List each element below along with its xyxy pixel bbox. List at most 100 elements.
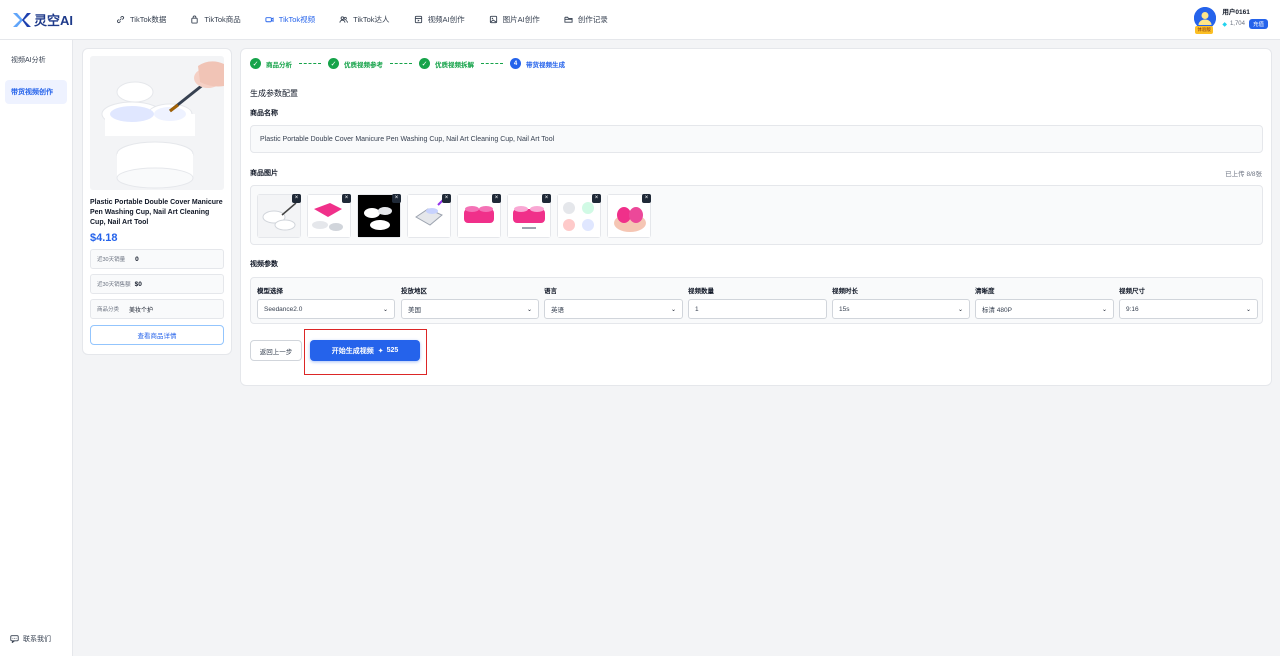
view-product-details-button[interactable]: 查看商品详情: [90, 325, 224, 345]
sidebar-item-video-creation[interactable]: 带货视频创作: [5, 80, 67, 104]
param-resolution: 清晰度 标清 480P ⌄: [975, 285, 1114, 319]
stat-row-sales: 近30天销量 0: [90, 249, 224, 269]
contact-us-link[interactable]: 联系我们: [10, 634, 51, 644]
chevron-down-icon: ⌄: [957, 306, 963, 313]
sidebar-item-video-analysis[interactable]: 视频AI分析: [5, 48, 67, 72]
stat-label: 近30天销量: [97, 257, 126, 263]
remove-image-icon[interactable]: ×: [442, 194, 451, 203]
chevron-down-icon: ⌄: [1101, 306, 1107, 313]
video-params: 模型选择 Seedance2.0 ⌄ 投放地区 美国 ⌄ 语言 英语 ⌄ 视频数量 1…: [250, 277, 1263, 324]
remove-image-icon[interactable]: ×: [342, 194, 351, 203]
product-image[interactable]: [90, 56, 224, 190]
nav-item-label: 图片AI创作: [502, 15, 540, 24]
remove-image-icon[interactable]: ×: [492, 194, 501, 203]
param-label: 视频数量: [688, 288, 714, 295]
chevron-down-icon: ⌄: [382, 306, 388, 313]
generate-video-button[interactable]: 开始生成视频 ✦ 525: [310, 340, 420, 361]
contact-us-label: 联系我们: [23, 636, 51, 643]
product-name-field[interactable]: Plastic Portable Double Cover Manicure P…: [250, 125, 1263, 153]
nav-item-tiktok-products[interactable]: TikTok商品: [178, 0, 252, 40]
link-icon: [116, 15, 125, 24]
image-icon: [489, 15, 497, 24]
stat-row-revenue: 近30天销售额 $0: [90, 274, 224, 294]
folder-icon: [564, 16, 573, 23]
product-thumbnail[interactable]: ×: [257, 194, 301, 238]
step-connector: [299, 63, 321, 64]
step-label: 商品分析: [266, 61, 292, 69]
model-select[interactable]: Seedance2.0 ⌄: [257, 299, 395, 319]
chat-icon: [10, 635, 19, 643]
generate-label: 开始生成视频: [331, 347, 374, 355]
product-thumbnail[interactable]: ×: [557, 194, 601, 238]
nav-item-tiktok-data[interactable]: TikTok数据: [104, 0, 178, 40]
step-video-generation: 4 带货视频生成: [510, 58, 565, 69]
product-name-label: 商品名称: [250, 110, 278, 117]
stat-value: 0: [135, 255, 139, 263]
step-connector: [481, 63, 503, 64]
remove-image-icon[interactable]: ×: [292, 194, 301, 203]
recharge-button[interactable]: 充值: [1248, 19, 1268, 29]
resolution-select[interactable]: 标清 480P ⌄: [975, 299, 1114, 319]
user-meta: 用户0161 ◆ 1,704 充值: [1222, 6, 1268, 29]
shopping-bag-icon: [191, 15, 199, 24]
video-icon: [265, 17, 274, 23]
product-thumbnail[interactable]: ×: [607, 194, 651, 238]
param-model: 模型选择 Seedance2.0 ⌄: [257, 285, 395, 319]
check-icon: ✓: [250, 58, 261, 69]
nav-item-label: TikTok视频: [278, 15, 316, 24]
video-count-input[interactable]: 1: [688, 299, 827, 319]
step-video-breakdown: ✓ 优质视频拆解: [419, 58, 474, 69]
nav-item-tiktok-creators[interactable]: TikTok达人: [327, 0, 401, 40]
duration-select[interactable]: 15s ⌄: [832, 299, 970, 319]
nav-item-image-ai[interactable]: 图片AI创作: [477, 0, 552, 40]
product-images-label: 商品图片: [250, 170, 278, 177]
nav-item-label: TikTok商品: [204, 15, 241, 24]
sparkle-icon: ✦: [377, 347, 384, 355]
product-thumbnail[interactable]: ×: [307, 194, 351, 238]
param-language: 语言 英语 ⌄: [544, 285, 683, 319]
language-select[interactable]: 英语 ⌄: [544, 299, 683, 319]
param-label: 投放地区: [401, 288, 427, 295]
nav-item-video-ai[interactable]: 视频AI创作: [402, 0, 477, 40]
param-video-count: 视频数量 1: [688, 285, 827, 319]
step-label: 带货视频生成: [526, 61, 565, 69]
stat-label: 商品分类: [97, 307, 120, 313]
users-icon: [339, 16, 348, 23]
nav-item-creation-records[interactable]: 创作记录: [552, 0, 620, 40]
nav-item-label: 视频AI创作: [427, 15, 465, 24]
select-value: 9:16: [1126, 305, 1139, 313]
product-thumbnail[interactable]: ×: [407, 194, 451, 238]
sidebar: 视频AI分析 带货视频创作 联系我们: [0, 40, 73, 656]
product-thumbnail[interactable]: ×: [507, 194, 551, 238]
param-size: 视频尺寸 9:16 ⌄: [1119, 285, 1258, 319]
size-select[interactable]: 9:16 ⌄: [1119, 299, 1258, 319]
section-title: 生成参数配置: [250, 89, 298, 98]
remove-image-icon[interactable]: ×: [392, 194, 401, 203]
remove-image-icon[interactable]: ×: [542, 194, 551, 203]
product-images-gallery: × × × × × × × ×: [250, 185, 1263, 245]
logo[interactable]: 灵空AI: [12, 10, 92, 29]
region-select[interactable]: 美国 ⌄: [401, 299, 539, 319]
user-menu[interactable]: 体验版 用户0161 ◆ 1,704 充值: [1194, 6, 1268, 34]
remove-image-icon[interactable]: ×: [592, 194, 601, 203]
step-connector: [390, 63, 412, 64]
logo-text: 灵空AI: [34, 13, 74, 28]
step-video-reference: ✓ 优质视频参考: [328, 58, 383, 69]
stat-value: $0: [134, 280, 142, 288]
back-button[interactable]: 返回上一步: [250, 340, 302, 361]
nav-item-label: TikTok数据: [130, 15, 167, 24]
remove-image-icon[interactable]: ×: [642, 194, 651, 203]
avatar[interactable]: 体验版: [1194, 6, 1217, 34]
product-thumbnail[interactable]: ×: [357, 194, 401, 238]
step-number: 4: [510, 58, 521, 69]
check-icon: ✓: [419, 58, 430, 69]
product-title: Plastic Portable Double Cover Manicure P…: [90, 199, 223, 226]
step-label: 优质视频拆解: [435, 61, 474, 69]
select-value: 15s: [839, 305, 850, 313]
upload-count: 已上传 8/8张: [1225, 171, 1262, 178]
select-value: 美国: [408, 307, 421, 314]
product-thumbnail[interactable]: ×: [457, 194, 501, 238]
nav-item-tiktok-videos[interactable]: TikTok视频: [253, 0, 327, 40]
credits-row: ◆ 1,704 充值: [1222, 19, 1268, 29]
video-create-icon: [414, 15, 422, 24]
